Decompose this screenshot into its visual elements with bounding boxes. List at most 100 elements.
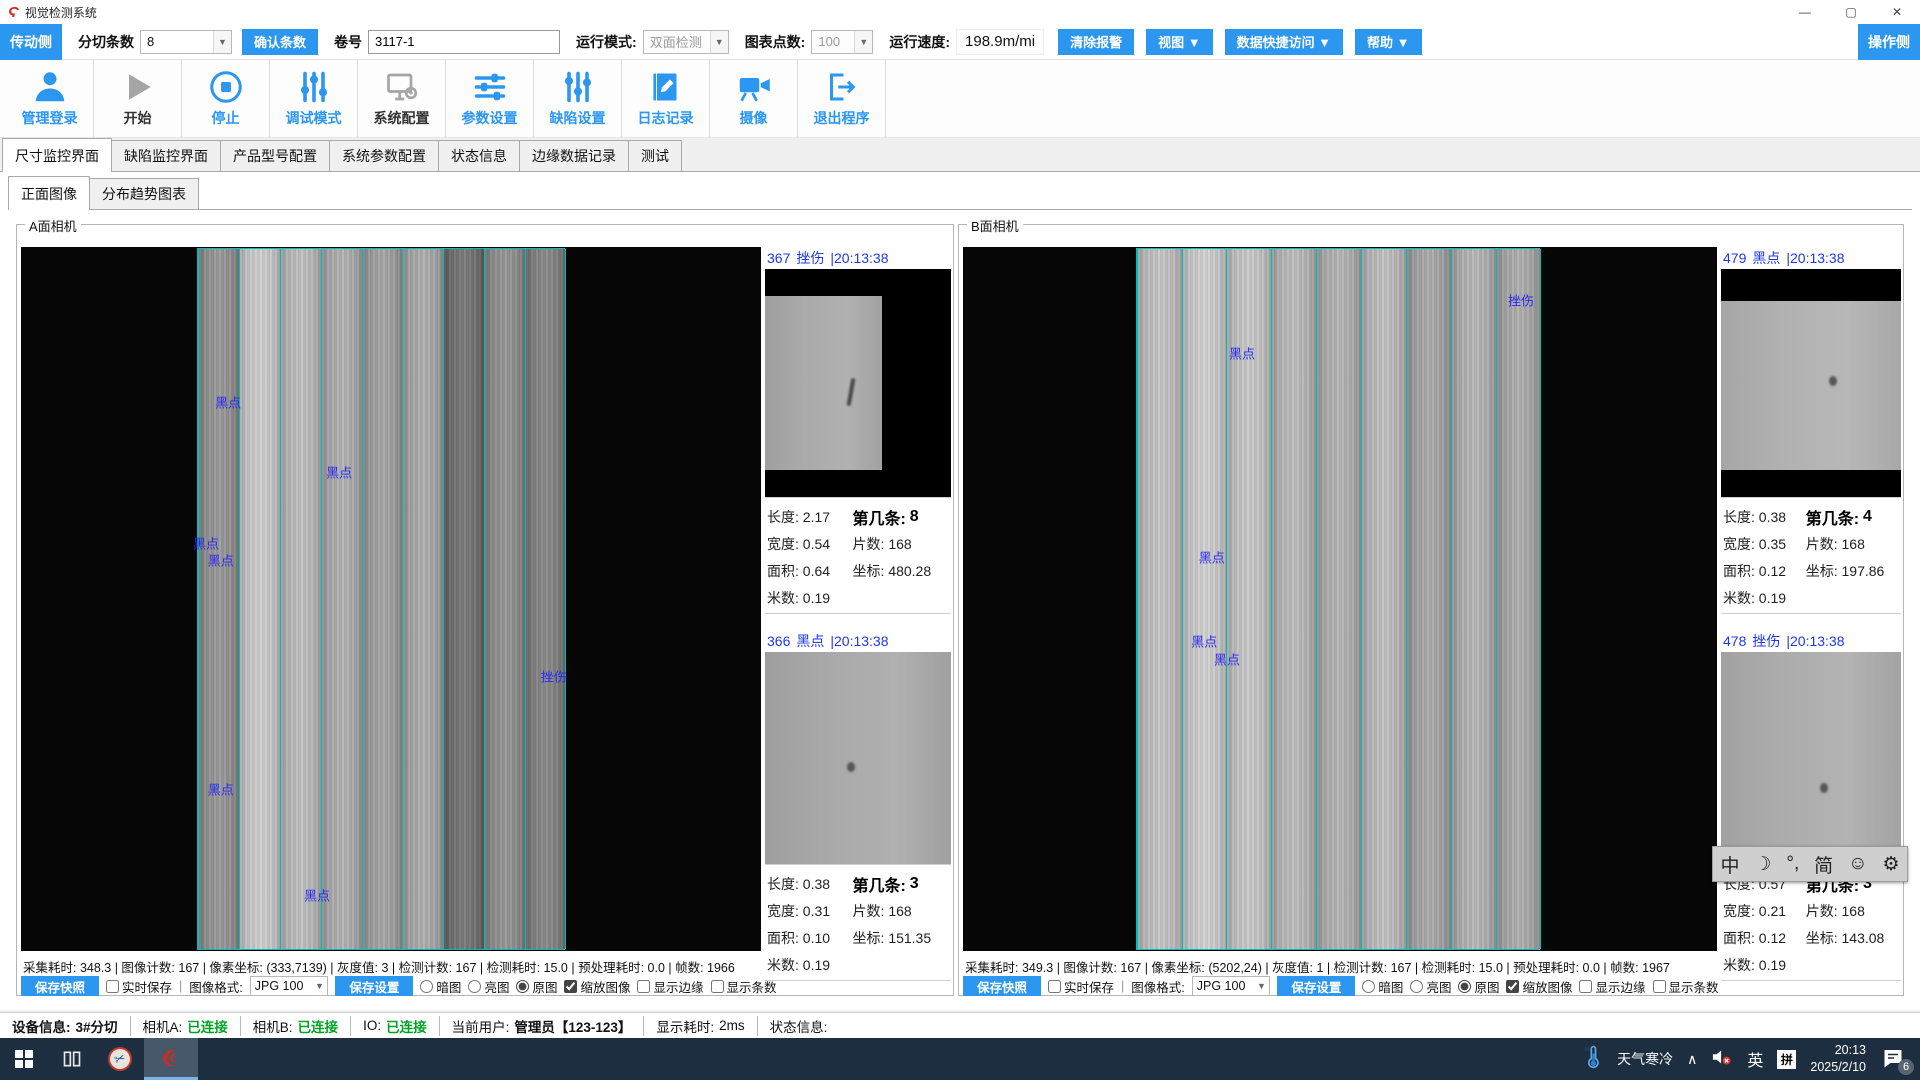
clock[interactable]: 20:13 2025/2/10: [1810, 1042, 1866, 1076]
checkbox-input[interactable]: [1579, 980, 1592, 993]
slit-count-select[interactable]: 8 ▼: [140, 30, 232, 54]
tab-main-3[interactable]: 产品型号配置: [220, 140, 330, 171]
ime-mode-chinese[interactable]: 中: [1720, 851, 1739, 878]
clear-alarm-button[interactable]: 清除报警: [1058, 29, 1134, 55]
toolbar-log-button[interactable]: 日志记录: [622, 60, 710, 137]
run-mode-select[interactable]: 双面检测 ▼: [643, 30, 729, 54]
thermometer-icon[interactable]: [1583, 1045, 1603, 1074]
defect-time: |20:13:38: [830, 250, 888, 266]
field-value: 0.12: [1759, 563, 1786, 579]
realtime-save-checkbox[interactable]: 实时保存: [1048, 977, 1114, 996]
start-button[interactable]: [0, 1038, 48, 1080]
maximize-button[interactable]: ▢: [1828, 0, 1874, 24]
checkbox-input[interactable]: [1653, 980, 1666, 993]
image-mode-radio-3[interactable]: 原图: [516, 977, 557, 996]
gear-icon[interactable]: ⚙: [1882, 853, 1899, 876]
confirm-count-button[interactable]: 确认条数: [242, 29, 318, 55]
language-indicator[interactable]: 英: [1747, 1047, 1763, 1071]
toolbar-button-label: 参数设置: [462, 108, 518, 128]
chart-points-select[interactable]: 100 ▼: [811, 30, 873, 54]
toolbar-user-button[interactable]: 管理登录: [6, 60, 94, 137]
radio-input[interactable]: [468, 980, 481, 993]
view-menu-button[interactable]: 视图 ▼: [1146, 29, 1212, 55]
defect-card[interactable]: 479黑点|20:13:38长度: 0.38第几条: 4宽度: 0.35片数: …: [1721, 247, 1901, 614]
field-label: 长度:: [767, 507, 799, 527]
checkbox-input[interactable]: [637, 980, 650, 993]
save-snapshot-button[interactable]: 保存快照: [21, 976, 99, 996]
strip-texture: [403, 249, 443, 949]
roll-number-input[interactable]: [368, 30, 560, 54]
moon-icon[interactable]: ☽: [1754, 853, 1771, 876]
task-view-icon[interactable]: [48, 1038, 96, 1080]
tab-sub-1[interactable]: 正面图像: [8, 176, 90, 210]
camera-a-status-text: 相机A:: [143, 1016, 183, 1036]
close-button[interactable]: ✕: [1874, 0, 1920, 24]
option-checkbox-1[interactable]: 缩放图像: [564, 977, 630, 996]
tab-main-5[interactable]: 状态信息: [438, 140, 520, 171]
option-checkbox-3[interactable]: 显示条数: [1653, 977, 1719, 996]
tab-main-7[interactable]: 测试: [628, 140, 682, 171]
toolbar-slidersv2-button[interactable]: 缺陷设置: [534, 60, 622, 137]
checkbox-input[interactable]: [1506, 980, 1519, 993]
radio-input[interactable]: [1458, 980, 1471, 993]
radio-input[interactable]: [420, 980, 433, 993]
strip-texture: [363, 249, 403, 949]
radio-input[interactable]: [1410, 980, 1423, 993]
defect-card[interactable]: 367挫伤|20:13:38长度: 2.17第几条: 8宽度: 0.54片数: …: [765, 247, 951, 614]
toolbar-play-button[interactable]: 开始: [94, 60, 182, 137]
image-mode-radio-2[interactable]: 亮图: [1410, 977, 1451, 996]
image-format-select[interactable]: JPG 100▼: [250, 976, 329, 996]
save-snapshot-button[interactable]: 保存快照: [963, 976, 1041, 996]
toolbar-slidersh-button[interactable]: 参数设置: [446, 60, 534, 137]
toolbar-slidersv-button[interactable]: 调试模式: [270, 60, 358, 137]
tray-chevron-icon[interactable]: ∧: [1687, 1051, 1697, 1068]
checkbox-input[interactable]: [1048, 980, 1061, 993]
option-checkbox-1[interactable]: 缩放图像: [1506, 977, 1572, 996]
defect-id: 367: [767, 250, 790, 266]
tab-main-6[interactable]: 边缘数据记录: [519, 140, 629, 171]
help-menu-button[interactable]: 帮助 ▼: [1355, 29, 1421, 55]
tab-main-4[interactable]: 系统参数配置: [329, 140, 439, 171]
radio-input[interactable]: [1362, 980, 1375, 993]
checkbox-input[interactable]: [106, 980, 119, 993]
ime-simplified[interactable]: 简: [1814, 851, 1833, 878]
snipping-tool-icon[interactable]: ✂: [96, 1038, 144, 1080]
image-mode-radio-3[interactable]: 原图: [1458, 977, 1499, 996]
checkbox-input[interactable]: [564, 980, 577, 993]
drive-side-button[interactable]: 传动侧: [0, 24, 62, 60]
field-label: 坐标:: [1806, 561, 1838, 581]
defect-card[interactable]: 478挫伤|20:13:38长度: 0.57第几条: 3宽度: 0.21片数: …: [1721, 630, 1901, 981]
operator-side-button[interactable]: 操作侧: [1858, 24, 1920, 60]
image-mode-radio-2[interactable]: 亮图: [468, 977, 509, 996]
option-checkbox-3[interactable]: 显示条数: [711, 977, 777, 996]
minimize-button[interactable]: —: [1782, 0, 1828, 24]
realtime-save-checkbox[interactable]: 实时保存: [106, 977, 172, 996]
toolbar-exit-button[interactable]: 退出程序: [798, 60, 886, 137]
image-mode-radio-1[interactable]: 暗图: [1362, 977, 1403, 996]
toolbar-camera-button[interactable]: 摄像: [710, 60, 798, 137]
chevron-down-icon: ▼: [854, 31, 872, 53]
toolbar-monitor-button[interactable]: 系统配置: [358, 60, 446, 137]
toolbar-stop-button[interactable]: 停止: [182, 60, 270, 137]
image-format-select[interactable]: JPG 100▼: [1192, 976, 1271, 996]
checkbox-input[interactable]: [711, 980, 724, 993]
tab-main-1[interactable]: 尺寸监控界面: [2, 138, 112, 172]
tab-sub-2[interactable]: 分布趋势图表: [89, 178, 199, 209]
data-quick-access-button[interactable]: 数据快捷访问 ▼: [1225, 29, 1343, 55]
emoji-icon[interactable]: ☺: [1848, 853, 1867, 875]
ime-punctuation[interactable]: °,: [1786, 853, 1799, 875]
option-checkbox-2[interactable]: 显示边缘: [637, 977, 703, 996]
ime-pinyin-badge[interactable]: 拼: [1777, 1050, 1796, 1069]
notification-center-icon[interactable]: 6: [1880, 1046, 1910, 1072]
option-checkbox-2[interactable]: 显示边缘: [1579, 977, 1645, 996]
speaker-muted-icon[interactable]: [1711, 1047, 1733, 1072]
app-taskbar-button[interactable]: [144, 1038, 198, 1080]
tab-main-2[interactable]: 缺陷监控界面: [111, 140, 221, 171]
radio-input[interactable]: [516, 980, 529, 993]
save-settings-button[interactable]: 保存设置: [335, 976, 413, 996]
defect-card[interactable]: 366黑点|20:13:38长度: 0.38第几条: 3宽度: 0.31片数: …: [765, 630, 951, 981]
weather-text[interactable]: 天气寒冷: [1617, 1049, 1673, 1069]
film-strip: [321, 249, 362, 949]
save-settings-button[interactable]: 保存设置: [1277, 976, 1355, 996]
image-mode-radio-1[interactable]: 暗图: [420, 977, 461, 996]
